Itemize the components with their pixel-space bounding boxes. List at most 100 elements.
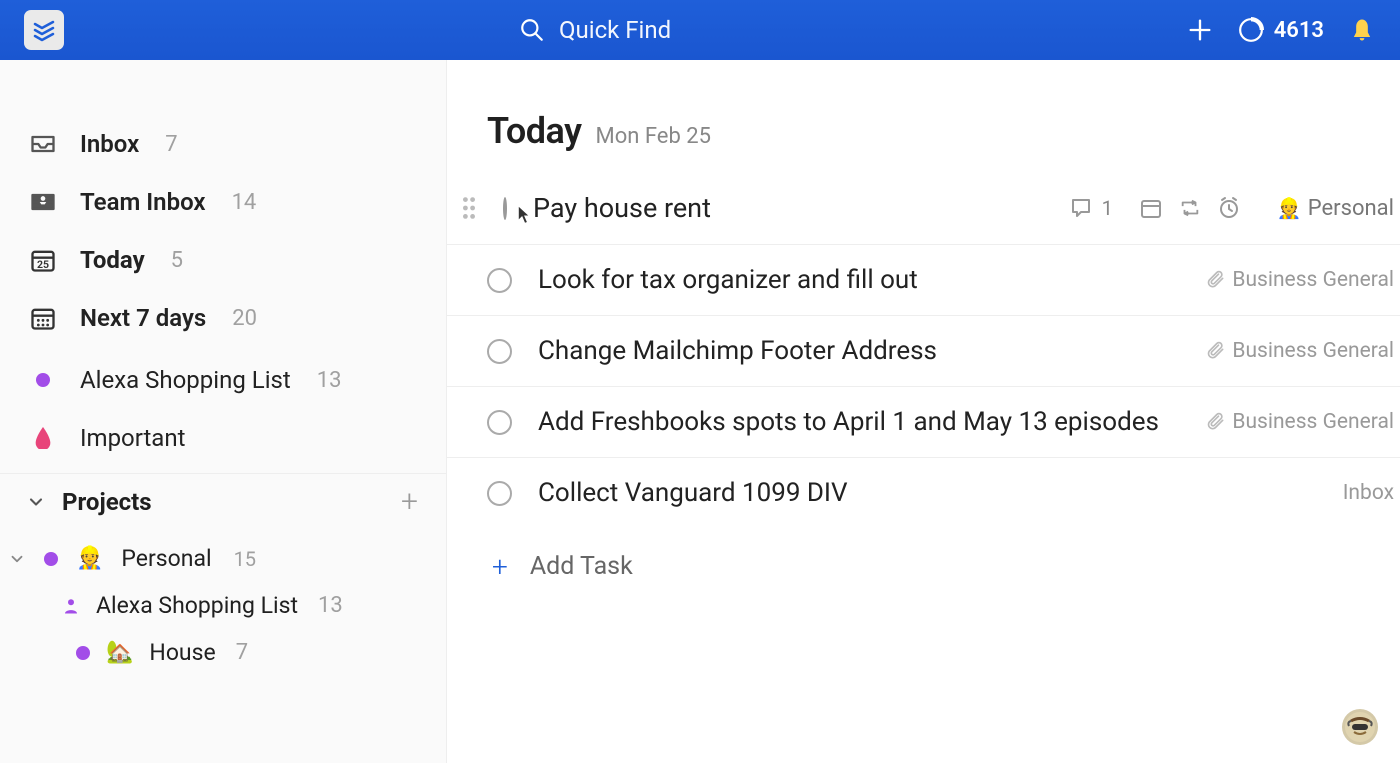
sidebar-item-label: Next 7 days bbox=[80, 304, 206, 332]
search-placeholder: Quick Find bbox=[559, 16, 671, 44]
task-row[interactable]: Add Freshbooks spots to April 1 and May … bbox=[447, 387, 1400, 458]
chevron-down-icon bbox=[8, 550, 26, 568]
task-row[interactable]: Change Mailchimp Footer Address Business… bbox=[447, 316, 1400, 387]
schedule-icon[interactable] bbox=[1139, 196, 1163, 220]
search-icon bbox=[519, 17, 545, 43]
task-checkbox[interactable] bbox=[487, 339, 512, 364]
task-project-tag[interactable]: 👷 Personal bbox=[1277, 196, 1400, 221]
subproject-count: 13 bbox=[318, 593, 343, 618]
cursor-pointer-icon bbox=[511, 204, 533, 226]
sidebar-item-count: 5 bbox=[171, 248, 183, 273]
task-tag-label: Business General bbox=[1232, 339, 1394, 363]
calendar-week-icon bbox=[28, 303, 58, 333]
comment-count: 1 bbox=[1102, 196, 1113, 220]
task-project-tag[interactable]: Inbox bbox=[1343, 481, 1400, 505]
house-emoji-icon: 🏡 bbox=[106, 640, 133, 665]
task-comment-badge[interactable]: 1 bbox=[1068, 196, 1113, 220]
task-checkbox[interactable] bbox=[503, 199, 507, 218]
sidebar-item-label: Inbox bbox=[80, 130, 139, 158]
chevron-down-icon bbox=[26, 492, 46, 512]
sidebar-item-count: 7 bbox=[165, 132, 177, 157]
reminder-icon[interactable] bbox=[1217, 196, 1241, 220]
top-bar-actions: 4613 bbox=[1186, 16, 1376, 44]
sidebar-item-next-7-days[interactable]: Next 7 days 20 bbox=[0, 289, 446, 347]
sidebar-item-label: Alexa Shopping List bbox=[80, 366, 291, 394]
sidebar-project-list: 👷 Personal 15 Alexa Shopping List 13 🏡 H… bbox=[0, 529, 446, 676]
paperclip-icon bbox=[1206, 270, 1226, 290]
task-checkbox[interactable] bbox=[487, 268, 512, 293]
avatar-face-icon bbox=[1345, 712, 1375, 742]
sidebar-item-count: 13 bbox=[317, 368, 342, 393]
task-text: Add Freshbooks spots to April 1 and May … bbox=[538, 407, 1180, 437]
task-project-tag[interactable]: Business General bbox=[1206, 268, 1400, 292]
karma-progress-icon bbox=[1238, 17, 1264, 43]
task-text: Pay house rent bbox=[533, 192, 1042, 224]
sidebar-item-inbox[interactable]: Inbox 7 bbox=[0, 115, 446, 173]
subproject-label: House bbox=[149, 639, 215, 666]
plus-icon: + bbox=[492, 550, 508, 583]
project-color-dot bbox=[28, 365, 58, 395]
paperclip-icon bbox=[1206, 412, 1226, 432]
svg-text:25: 25 bbox=[37, 258, 49, 271]
calendar-today-icon: 25 bbox=[28, 245, 58, 275]
task-checkbox[interactable] bbox=[487, 481, 512, 506]
task-hover-actions bbox=[1139, 196, 1251, 220]
search-bar[interactable]: Quick Find bbox=[519, 16, 671, 44]
task-project-tag[interactable]: Business General bbox=[1206, 410, 1400, 434]
task-row[interactable]: Collect Vanguard 1099 DIV Inbox bbox=[447, 458, 1400, 528]
page-header: Today Mon Feb 25 bbox=[447, 110, 1400, 152]
task-checkbox[interactable] bbox=[487, 410, 512, 435]
sidebar-item-team-inbox[interactable]: Team Inbox 14 bbox=[0, 173, 446, 231]
recurring-icon[interactable] bbox=[1179, 197, 1201, 219]
paperclip-icon bbox=[1206, 341, 1226, 361]
sidebar-item-today[interactable]: 25 Today 5 bbox=[0, 231, 446, 289]
main-content: Today Mon Feb 25 Pay house rent 1 bbox=[447, 60, 1400, 763]
task-row[interactable]: Look for tax organizer and fill out Busi… bbox=[447, 245, 1400, 316]
comment-icon bbox=[1068, 196, 1094, 220]
add-project-button[interactable]: + bbox=[401, 484, 418, 519]
project-color-dot bbox=[76, 646, 90, 660]
sidebar-favorite-alexa[interactable]: Alexa Shopping List 13 bbox=[0, 351, 446, 409]
drag-handle-icon[interactable] bbox=[461, 196, 477, 220]
important-icon bbox=[28, 423, 58, 453]
notifications-button[interactable] bbox=[1348, 16, 1376, 44]
task-project-tag[interactable]: Business General bbox=[1206, 339, 1400, 363]
sidebar-favorite-important[interactable]: Important bbox=[0, 409, 446, 467]
task-row[interactable]: Pay house rent 1 👷 Personal bbox=[447, 172, 1400, 245]
sidebar-project-personal[interactable]: 👷 Personal 15 bbox=[0, 535, 446, 582]
person-emoji-icon: 👷 bbox=[1277, 196, 1302, 220]
sidebar-favorites: Alexa Shopping List 13 Important bbox=[0, 351, 446, 467]
task-list: Pay house rent 1 👷 Personal Look bbox=[447, 172, 1400, 583]
add-task-icon[interactable] bbox=[1186, 16, 1214, 44]
app-logo[interactable] bbox=[24, 10, 64, 50]
bell-icon bbox=[1348, 16, 1376, 44]
person-icon bbox=[62, 596, 80, 616]
team-inbox-icon bbox=[28, 187, 58, 217]
sidebar-subproject-alexa[interactable]: Alexa Shopping List 13 bbox=[0, 582, 446, 629]
todoist-logo-icon bbox=[32, 18, 56, 42]
sidebar-projects-header[interactable]: Projects + bbox=[0, 473, 446, 529]
task-text: Change Mailchimp Footer Address bbox=[538, 336, 1180, 366]
subproject-label: Alexa Shopping List bbox=[96, 592, 298, 619]
sidebar-subproject-house[interactable]: 🏡 House 7 bbox=[0, 629, 446, 676]
project-color-dot bbox=[44, 552, 58, 566]
karma-points: 4613 bbox=[1274, 18, 1324, 43]
user-avatar[interactable] bbox=[1342, 709, 1378, 745]
subproject-count: 7 bbox=[236, 640, 248, 665]
sidebar: Inbox 7 Team Inbox 14 25 Today 5 Next 7 … bbox=[0, 60, 447, 763]
person-emoji-icon: 👷 bbox=[76, 546, 103, 571]
projects-header-label: Projects bbox=[62, 488, 152, 516]
top-bar: Quick Find 4613 bbox=[0, 0, 1400, 60]
task-text: Collect Vanguard 1099 DIV bbox=[538, 478, 1317, 508]
task-tag-label: Inbox bbox=[1343, 481, 1394, 505]
task-tag-label: Business General bbox=[1232, 410, 1394, 434]
sidebar-item-label: Important bbox=[80, 424, 185, 452]
add-task-button[interactable]: + Add Task bbox=[447, 528, 1400, 583]
page-date: Mon Feb 25 bbox=[595, 124, 711, 149]
add-task-label: Add Task bbox=[530, 552, 633, 581]
karma-counter[interactable]: 4613 bbox=[1238, 17, 1324, 43]
task-tag-label: Personal bbox=[1308, 196, 1394, 221]
task-tag-label: Business General bbox=[1232, 268, 1394, 292]
page-title: Today bbox=[487, 110, 581, 152]
project-count: 15 bbox=[234, 547, 256, 571]
